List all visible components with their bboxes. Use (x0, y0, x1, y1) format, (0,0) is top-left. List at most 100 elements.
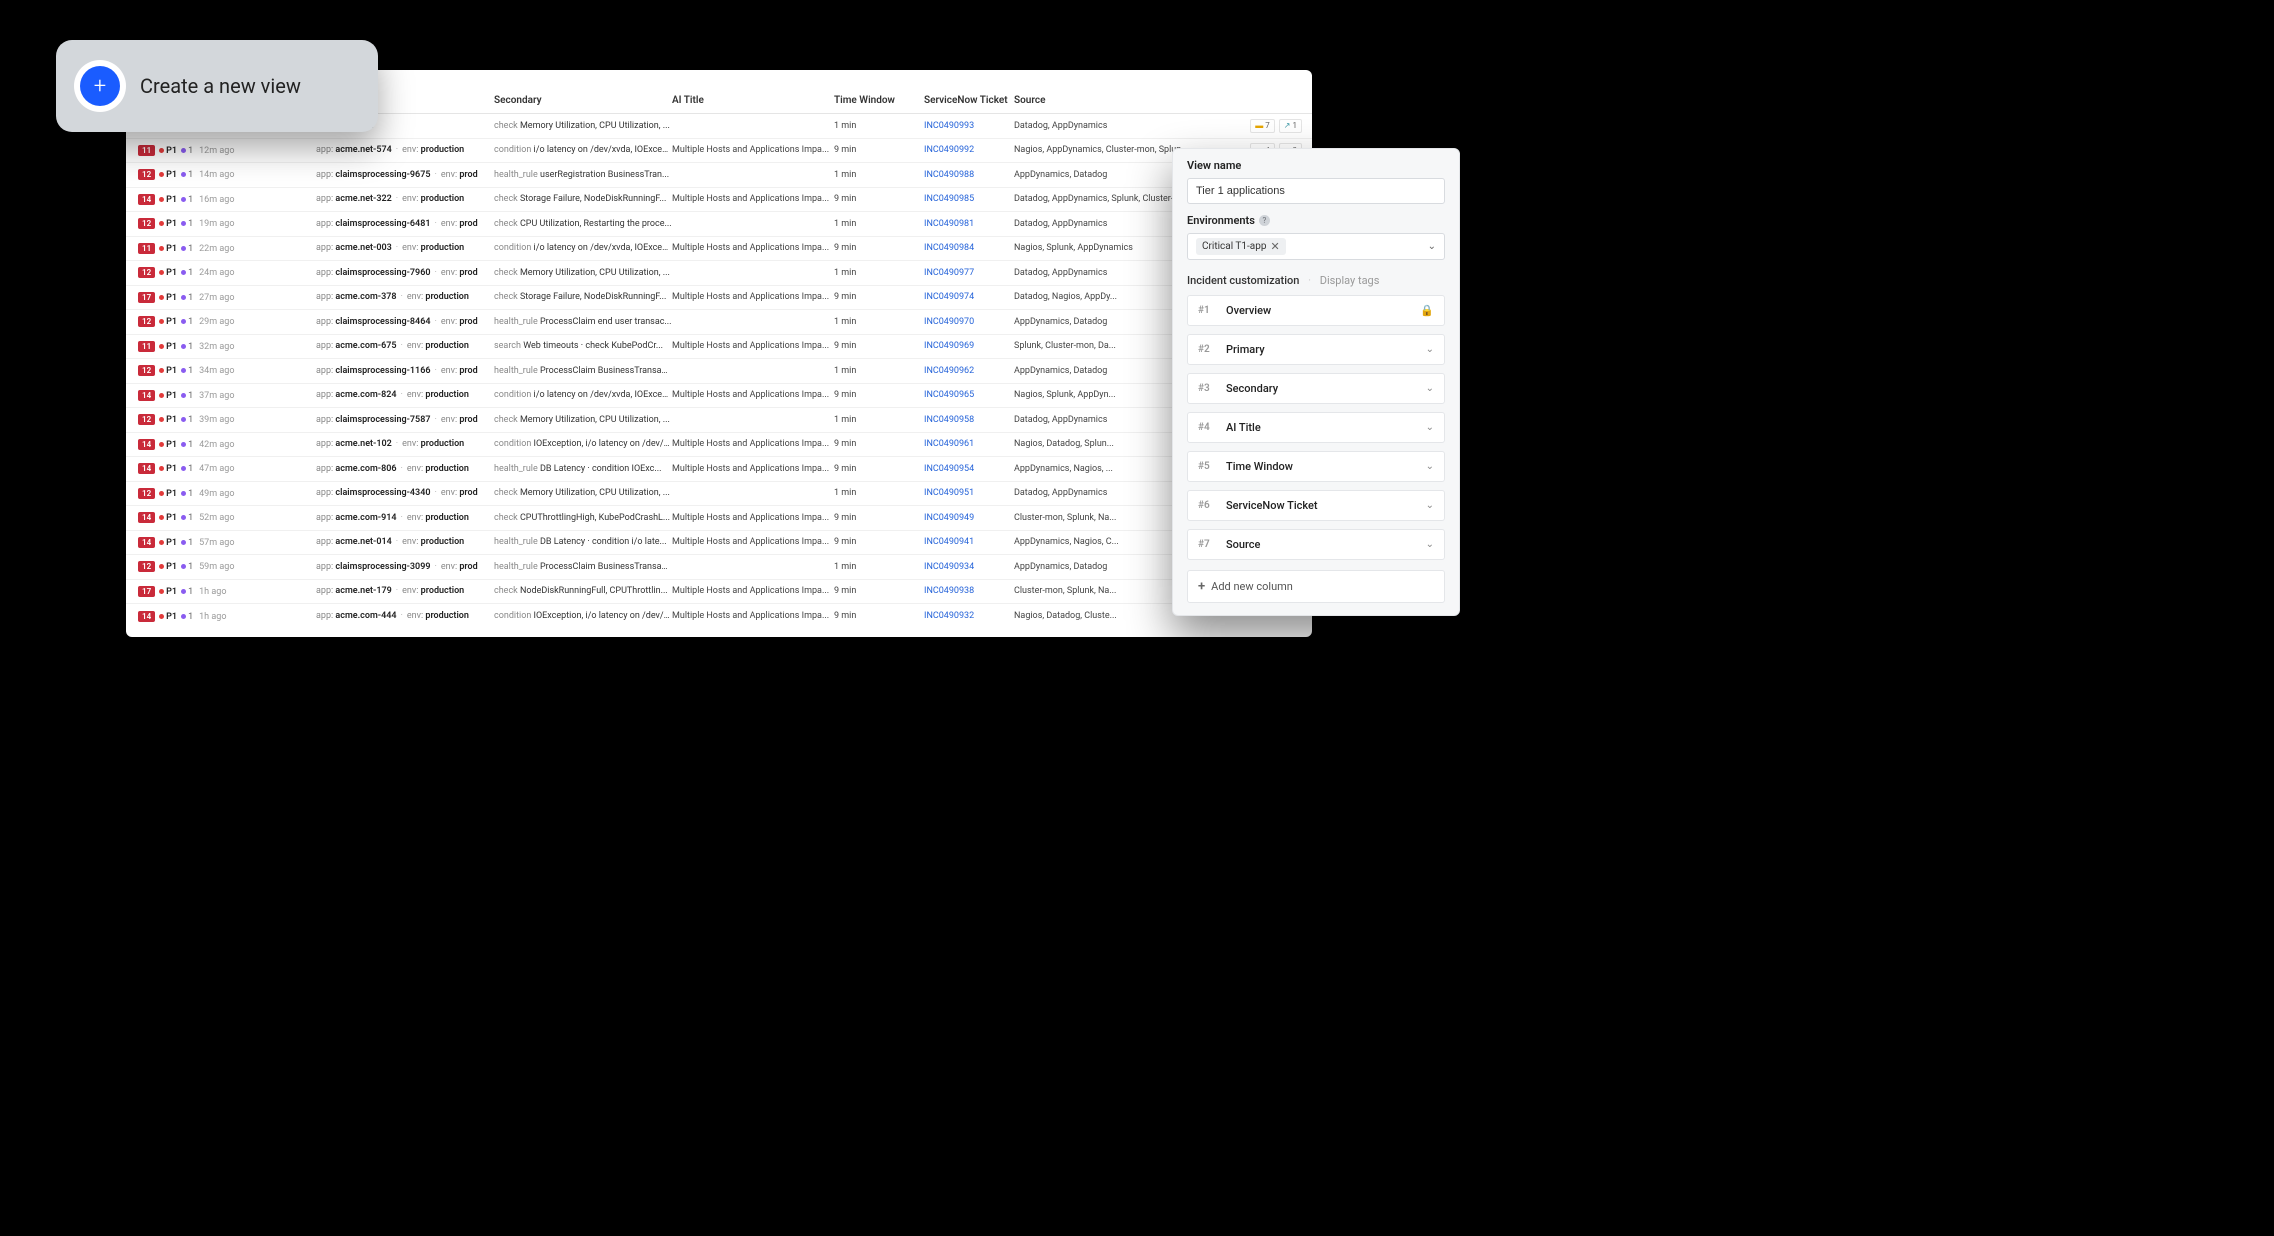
table-row[interactable]: 12P1149m agoapp: claimsprocessing-4340·e… (126, 482, 1312, 507)
ticket-link[interactable]: INC0490969 (924, 341, 1014, 351)
ticket-link[interactable]: INC0490949 (924, 513, 1014, 523)
header-time[interactable]: Time Window (834, 95, 924, 106)
time-window-cell: 9 min (834, 243, 924, 253)
column-config-item[interactable]: #1Overview🔒 (1187, 295, 1445, 326)
severity-badge: 12 (138, 218, 155, 229)
header-ticket[interactable]: ServiceNow Ticket (924, 95, 1014, 106)
time-ago: 42m ago (199, 440, 234, 450)
ticket-link[interactable]: INC0490984 (924, 243, 1014, 253)
table-row[interactable]: 17P1127m agoapp: acme.com-378·env: produ… (126, 286, 1312, 311)
tab-display-tags[interactable]: Display tags (1320, 274, 1380, 287)
time-ago: 16m ago (199, 195, 234, 205)
priority-label: P1 (166, 170, 177, 180)
ticket-link[interactable]: INC0490985 (924, 194, 1014, 204)
ticket-link[interactable]: INC0490981 (924, 219, 1014, 229)
ticket-link[interactable]: INC0490941 (924, 537, 1014, 547)
status-dot-icon (159, 564, 164, 569)
ticket-link[interactable]: INC0490951 (924, 488, 1014, 498)
secondary-cell: check NodeDiskRunningFull, CPUThrottlin.… (494, 586, 672, 596)
create-view-card[interactable]: + Create a new view (56, 40, 378, 132)
header-source[interactable]: Source (1014, 95, 1224, 106)
chevron-down-icon[interactable]: ⌄ (1426, 500, 1434, 511)
column-config-item[interactable]: #3Secondary⌄ (1187, 373, 1445, 404)
ai-title-cell: Multiple Hosts and Applications Impa... (672, 194, 834, 204)
table-row[interactable]: 12P1124m agoapp: claimsprocessing-7960·e… (126, 261, 1312, 286)
ticket-link[interactable]: INC0490993 (924, 121, 1014, 131)
close-icon[interactable]: ✕ (1270, 240, 1279, 253)
table-row[interactable]: 14P1142m agoapp: acme.net-102·env: produ… (126, 433, 1312, 458)
column-config-item[interactable]: #5Time Window⌄ (1187, 451, 1445, 482)
chevron-down-icon[interactable]: ⌄ (1426, 383, 1434, 394)
severity-badge: 14 (138, 439, 155, 450)
action-chip[interactable]: ▬7 (1250, 119, 1275, 133)
help-icon[interactable]: ? (1259, 215, 1270, 226)
table-row[interactable]: 11P1122m agoapp: acme.net-003·env: produ… (126, 237, 1312, 262)
secondary-cell: search Web timeouts · check KubePodCr... (494, 341, 672, 351)
table-row[interactable]: 12P1159m agoapp: claimsprocessing-3099·e… (126, 555, 1312, 580)
primary-cell: app: acme.com-378·env: production (316, 292, 494, 302)
severity-badge: 12 (138, 414, 155, 425)
view-name-input[interactable] (1187, 178, 1445, 204)
column-config-item[interactable]: #2Primary⌄ (1187, 334, 1445, 365)
status-dot-icon (181, 614, 186, 619)
ticket-link[interactable]: INC0490992 (924, 145, 1014, 155)
table-row[interactable]: 14P1147m agoapp: acme.com-806·env: produ… (126, 457, 1312, 482)
ticket-link[interactable]: INC0490954 (924, 464, 1014, 474)
column-name: Primary (1226, 343, 1426, 356)
ticket-link[interactable]: INC0490970 (924, 317, 1014, 327)
priority-label: P1 (166, 317, 177, 327)
ticket-link[interactable]: INC0490962 (924, 366, 1014, 376)
action-chip[interactable]: ↗1 (1279, 119, 1302, 133)
status-dot-icon (181, 393, 186, 398)
ticket-link[interactable]: INC0490974 (924, 292, 1014, 302)
ticket-link[interactable]: INC0490932 (924, 611, 1014, 621)
table-row[interactable]: 11P1112m agoapp: acme.net-574·env: produ… (126, 139, 1312, 164)
table-row[interactable]: 12P1139m agoapp: claimsprocessing-7587·e… (126, 408, 1312, 433)
primary-cell: app: acme.com-806·env: production (316, 464, 494, 474)
status-dot-icon (181, 417, 186, 422)
tab-incident-customization[interactable]: Incident customization (1187, 274, 1299, 287)
status-dot-icon (181, 221, 186, 226)
environments-select[interactable]: Critical T1-app ✕ ⌄ (1187, 233, 1445, 260)
ticket-link[interactable]: INC0490961 (924, 439, 1014, 449)
column-config-item[interactable]: #7Source⌄ (1187, 529, 1445, 560)
table-row[interactable]: 11P1132m agoapp: acme.com-675·env: produ… (126, 335, 1312, 360)
chevron-down-icon[interactable]: ⌄ (1426, 422, 1434, 433)
ticket-link[interactable]: INC0490988 (924, 170, 1014, 180)
column-name: Source (1226, 538, 1426, 551)
add-column-button[interactable]: + Add new column (1187, 570, 1445, 603)
table-row[interactable]: 14P1157m agoapp: acme.net-014·env: produ… (126, 531, 1312, 556)
column-config-item[interactable]: #6ServiceNow Ticket⌄ (1187, 490, 1445, 521)
env-chip[interactable]: Critical T1-app ✕ (1196, 238, 1286, 255)
table-row[interactable]: 12P1129m agoapp: claimsprocessing-8464·e… (126, 310, 1312, 335)
secondary-cell: condition i/o latency on /dev/xvda, IOEx… (494, 145, 672, 155)
chevron-down-icon[interactable]: ⌄ (1426, 539, 1434, 550)
share-icon: ↗ (1284, 121, 1291, 130)
table-row[interactable]: 12P1114m agoapp: claimsprocessing-9675·e… (126, 163, 1312, 188)
table-row[interactable]: 17P111h agoapp: acme.net-179·env: produc… (126, 580, 1312, 605)
severity-badge: 14 (138, 194, 155, 205)
ticket-link[interactable]: INC0490938 (924, 586, 1014, 596)
table-row[interactable]: 12P1134m agoapp: claimsprocessing-1166·e… (126, 359, 1312, 384)
chevron-down-icon[interactable]: ⌄ (1426, 344, 1434, 355)
table-row[interactable]: 14P1137m agoapp: acme.com-824·env: produ… (126, 384, 1312, 409)
status-dot-icon (159, 442, 164, 447)
ticket-link[interactable]: INC0490965 (924, 390, 1014, 400)
incident-count: 1 (188, 415, 193, 425)
time-window-cell: 9 min (834, 586, 924, 596)
ticket-link[interactable]: INC0490958 (924, 415, 1014, 425)
table-row[interactable]: 14P1152m agoapp: acme.com-914·env: produ… (126, 506, 1312, 531)
table-row[interactable]: 14P1116m agoapp: acme.net-322·env: produ… (126, 188, 1312, 213)
priority-label: P1 (166, 415, 177, 425)
header-aititle[interactable]: AI Title (672, 95, 834, 106)
status-dot-icon (159, 393, 164, 398)
column-config-item[interactable]: #4AI Title⌄ (1187, 412, 1445, 443)
ticket-link[interactable]: INC0490977 (924, 268, 1014, 278)
column-position: #1 (1198, 305, 1226, 316)
status-dot-icon (181, 197, 186, 202)
table-row[interactable]: 12P1119m agoapp: claimsprocessing-6481·e… (126, 212, 1312, 237)
header-secondary[interactable]: Secondary (494, 95, 672, 106)
chevron-down-icon[interactable]: ⌄ (1426, 461, 1434, 472)
ticket-link[interactable]: INC0490934 (924, 562, 1014, 572)
table-row[interactable]: 14P111h agoapp: acme.com-444·env: produc… (126, 604, 1312, 629)
